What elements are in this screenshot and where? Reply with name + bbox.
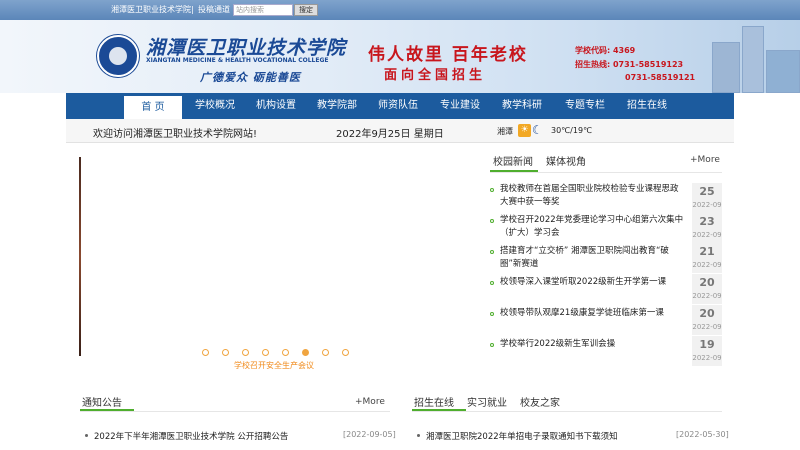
divider	[80, 411, 390, 412]
info-bar: 欢迎访问湘潭医卫职业技术学院网站! 2022年9月25日 星期日 湘潭 ☀ ☾ …	[66, 119, 734, 143]
list-bullet	[417, 434, 420, 437]
slider-dot[interactable]	[222, 349, 229, 356]
school-home-link[interactable]: 湘潭医卫职业技术学院	[111, 4, 191, 16]
news-item[interactable]: 校领导带队观摩21级康复学徒班临床第一课	[500, 307, 685, 320]
admission-hotline-2: 0731-58519121	[625, 73, 696, 82]
divider	[412, 411, 722, 412]
news-item[interactable]: 我校教师在首届全国职业院校检验专业课程思政大赛中获一等奖	[500, 183, 685, 209]
news-date-badge: 21 2022-09	[692, 243, 722, 273]
nav-item-faculty[interactable]: 师资队伍	[369, 93, 427, 119]
list-bullet	[490, 281, 494, 285]
school-name-cn: 湘潭医卫职业技术学院	[146, 37, 347, 59]
news-month: 2022-09	[692, 354, 722, 362]
news-slider[interactable]	[79, 152, 473, 357]
site-search-input[interactable]: 站内搜索	[233, 4, 293, 16]
building-illustration	[712, 42, 740, 93]
nav-item-research[interactable]: 教学科研	[493, 93, 551, 119]
school-code: 学校代码: 4369	[575, 46, 636, 55]
nav-item-home[interactable]: 首 页	[124, 96, 182, 119]
search-button[interactable]: 搜定	[294, 4, 318, 16]
list-bullet	[490, 219, 494, 223]
divider	[490, 172, 722, 173]
tab-employment[interactable]: 实习就业	[467, 394, 507, 409]
news-month: 2022-09	[692, 292, 722, 300]
tab-media-view[interactable]: 媒体视角	[546, 153, 586, 168]
nav-item-topics[interactable]: 专题专栏	[556, 93, 614, 119]
news-item[interactable]: 校领导深入课堂听取2022级新生开学第一课	[500, 276, 685, 289]
building-illustration	[766, 50, 800, 93]
slider-dot[interactable]	[342, 349, 349, 356]
news-item[interactable]: 搭建育才“立交桥” 湘潭医卫职院闯出教育“破圈”新赛道	[500, 245, 685, 271]
slogan-line-1: 伟人故里 百年老校	[368, 45, 528, 65]
notice-more-link[interactable]: +More	[355, 397, 385, 407]
list-bullet	[490, 188, 494, 192]
news-day: 23	[699, 215, 715, 228]
welcome-text: 欢迎访问湘潭医卫职业技术学院网站!	[93, 129, 258, 140]
news-month: 2022-09	[692, 323, 722, 331]
list-bullet	[85, 434, 88, 437]
notice-date: [2022-09-05]	[343, 430, 396, 439]
nav-item-departments[interactable]: 机构设置	[247, 93, 305, 119]
news-more-link[interactable]: +More	[690, 155, 720, 165]
sun-icon: ☀	[518, 124, 531, 137]
news-day: 20	[699, 307, 715, 320]
news-day: 25	[699, 185, 715, 198]
header-banner: 湘潭医卫职业技术学院 XIANGTAN MEDICINE & HEALTH VO…	[0, 20, 800, 93]
tab-alumni[interactable]: 校友之家	[520, 394, 560, 409]
weather-temperature: 30℃/19℃	[551, 126, 593, 135]
top-divider: |	[191, 5, 194, 14]
news-date-badge: 25 2022-09	[692, 183, 722, 213]
nav-item-admission[interactable]: 招生在线	[618, 93, 676, 119]
nav-item-overview[interactable]: 学校概况	[186, 93, 244, 119]
news-date-badge: 20 2022-09	[692, 274, 722, 304]
slider-dot[interactable]	[202, 349, 209, 356]
news-month: 2022-09	[692, 231, 722, 239]
top-bar: 湘潭医卫职业技术学院 | 投稿通道 站内搜索 搜定	[0, 0, 800, 20]
nav-item-majors[interactable]: 专业建设	[431, 93, 489, 119]
main-nav: 首 页 学校概况 机构设置 教学院部 师资队伍 专业建设 教学科研 专题专栏 招…	[66, 93, 734, 119]
news-item[interactable]: 学校召开2022年党委理论学习中心组第六次集中（扩大）学习会	[500, 214, 685, 240]
notice-title[interactable]: 通知公告	[82, 394, 122, 409]
news-month: 2022-09	[692, 261, 722, 269]
tab-admission[interactable]: 招生在线	[414, 394, 454, 409]
slider-image[interactable]	[79, 157, 81, 356]
list-bullet	[490, 250, 494, 254]
slider-dot[interactable]	[242, 349, 249, 356]
news-date-badge: 19 2022-09	[692, 336, 722, 366]
admission-item[interactable]: 湘潭医卫职院2022年单招电子录取通知书下载须知	[426, 430, 618, 442]
list-bullet	[490, 312, 494, 316]
slider-dot[interactable]	[322, 349, 329, 356]
slider-dot[interactable]	[282, 349, 289, 356]
school-logo[interactable]	[97, 35, 139, 77]
admission-date: [2022-05-30]	[676, 430, 729, 439]
notice-item[interactable]: 2022年下半年湘潭医卫职业技术学院 公开招聘公告	[94, 430, 288, 442]
building-illustration	[742, 26, 764, 93]
submit-link[interactable]: 投稿通道	[198, 4, 230, 16]
news-date-badge: 20 2022-09	[692, 305, 722, 335]
list-bullet	[490, 343, 494, 347]
news-day: 19	[699, 338, 715, 351]
nav-item-teaching-units[interactable]: 教学院部	[308, 93, 366, 119]
admission-hotline: 招生热线: 0731-58519123	[575, 60, 684, 69]
news-day: 21	[699, 245, 715, 258]
tab-campus-news[interactable]: 校园新闻	[493, 153, 533, 168]
school-motto: 广德爱众 砺能善医	[200, 71, 301, 84]
slider-dot-active[interactable]	[302, 349, 309, 356]
news-month: 2022-09	[692, 201, 722, 209]
slogan-line-2: 面向全国招生	[384, 68, 487, 83]
news-day: 20	[699, 276, 715, 289]
current-date: 2022年9月25日 星期日	[336, 129, 444, 140]
weather-city: 湘潭	[497, 127, 513, 136]
moon-icon: ☾	[532, 123, 543, 137]
news-date-badge: 23 2022-09	[692, 213, 722, 243]
slider-caption[interactable]: 学校召开安全生产会议	[234, 360, 314, 371]
school-name-en: XIANGTAN MEDICINE & HEALTH VOCATIONAL CO…	[146, 57, 329, 64]
news-item[interactable]: 学校举行2022级新生军训会操	[500, 338, 685, 351]
slider-dot[interactable]	[262, 349, 269, 356]
